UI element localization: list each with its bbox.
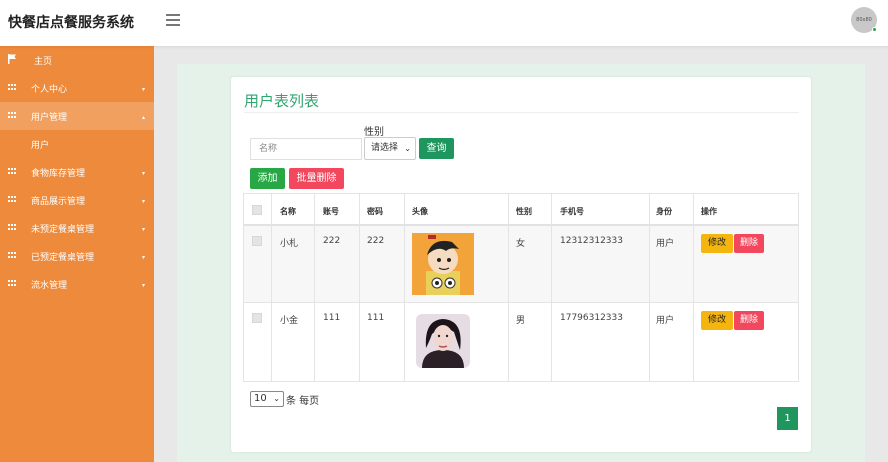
cell-name: 小札 [280, 239, 299, 249]
page-button-current[interactable]: 1 [777, 407, 798, 430]
column-divider [693, 194, 694, 381]
app-title: 快餐店点餐服务系统 [8, 15, 134, 31]
cell-password: 111 [367, 313, 385, 323]
row-checkbox[interactable] [252, 313, 262, 323]
delete-button[interactable]: 删除 [734, 234, 764, 253]
cell-phone: 17796312333 [560, 313, 623, 323]
search-name-input[interactable]: 名称 [250, 138, 362, 160]
grid-icon [8, 196, 16, 203]
cell-role: 用户 [656, 316, 675, 326]
table-row: 小金 111 111 男 17796312333 用户 修改 删除 [244, 303, 798, 381]
column-divider [271, 194, 272, 381]
select-all-checkbox[interactable] [252, 205, 262, 215]
sidebar-item-home[interactable]: 主页 [0, 46, 154, 74]
column-header: 头像 [412, 207, 428, 216]
sidebar-item-transactions[interactable]: 流水管理 ▾ [0, 270, 154, 298]
sidebar-item-user-management[interactable]: 用户管理 ▴ [0, 102, 154, 130]
user-table: 名称 账号 密码 头像 性别 手机号 身份 操作 小札 222 222 女 12… [243, 193, 799, 382]
sidebar-item-label: 主页 [34, 56, 53, 67]
column-divider [314, 194, 315, 381]
hamburger-menu-icon[interactable] [166, 14, 180, 26]
sidebar-item-label: 食物库存管理 [31, 168, 86, 179]
page-size-select[interactable]: 10 ⌄ [250, 391, 284, 407]
column-divider [649, 194, 650, 381]
gender-select-value: 请选择 [371, 143, 399, 153]
avatar[interactable]: 80x80 [851, 7, 877, 33]
cell-gender: 女 [516, 239, 526, 249]
sidebar-item-reserved-tables[interactable]: 已预定餐桌管理 ▾ [0, 242, 154, 270]
cell-role: 用户 [656, 239, 675, 249]
chevron-up-icon: ▴ [141, 114, 145, 121]
row-checkbox[interactable] [252, 236, 262, 246]
online-status-icon [872, 27, 877, 32]
column-header: 身份 [656, 207, 672, 216]
column-divider [508, 194, 509, 381]
chevron-down-icon: ▾ [141, 198, 145, 205]
sidebar-item-label: 已预定餐桌管理 [31, 252, 95, 263]
sidebar-item-label: 商品展示管理 [31, 196, 86, 207]
sidebar-item-label: 用户管理 [31, 112, 68, 123]
sidebar-item-label: 用户 [31, 140, 50, 151]
table-header-row: 名称 账号 密码 头像 性别 手机号 身份 操作 [244, 194, 798, 226]
column-divider [359, 194, 360, 381]
column-header: 手机号 [560, 207, 584, 216]
sidebar: 主页 个人中心 ▾ 用户管理 ▴ 用户 食物库存管理 ▾ 商品展示管理 ▾ 未预… [0, 46, 154, 462]
add-button[interactable]: 添加 [250, 168, 285, 189]
flag-icon [8, 54, 16, 64]
top-header: 快餐店点餐服务系统 80x80 [0, 0, 888, 46]
page-size-label: 条 每页 [286, 396, 320, 407]
sidebar-item-personal-center[interactable]: 个人中心 ▾ [0, 74, 154, 102]
cell-account: 111 [323, 313, 341, 323]
chevron-down-icon: ▾ [141, 254, 145, 261]
column-header: 性别 [516, 207, 532, 216]
grid-icon [8, 224, 16, 231]
sidebar-subitem-user[interactable]: 用户 [0, 130, 154, 158]
gender-label: 性别 [364, 127, 384, 138]
page-title: 用户表列表 [244, 92, 320, 110]
column-divider [404, 194, 405, 381]
edit-button[interactable]: 修改 [701, 234, 733, 253]
grid-icon [8, 252, 16, 259]
chevron-down-icon: ▾ [141, 282, 145, 289]
chevron-down-icon: ▾ [141, 226, 145, 233]
grid-icon [8, 84, 16, 91]
user-list-panel: 用户表列表 名称 性别 请选择 ⌄ 查询 添加 批量删除 名称 账号 密码 头像… [231, 77, 811, 452]
column-header: 账号 [323, 207, 339, 216]
grid-icon [8, 168, 16, 175]
grid-icon [8, 280, 16, 287]
chevron-down-icon: ⌄ [273, 394, 280, 403]
avatar-photo-portrait [412, 310, 474, 372]
page-size-value: 10 [254, 393, 267, 404]
sidebar-item-unreserved-tables[interactable]: 未预定餐桌管理 ▾ [0, 214, 154, 242]
table-row: 小札 222 222 女 12312312333 用户 修改 删除 [244, 226, 798, 303]
chevron-down-icon: ▾ [141, 86, 145, 93]
query-button[interactable]: 查询 [419, 138, 454, 159]
cell-account: 222 [323, 236, 341, 246]
grid-icon [8, 112, 16, 119]
sidebar-item-label: 个人中心 [31, 84, 68, 95]
sidebar-item-food-stock[interactable]: 食物库存管理 ▾ [0, 158, 154, 186]
gender-select[interactable]: 请选择 ⌄ [364, 137, 416, 160]
cell-name: 小金 [280, 316, 299, 326]
chevron-down-icon: ⌄ [404, 144, 411, 153]
avatar-text: 80x80 [856, 17, 872, 23]
bulk-delete-button[interactable]: 批量删除 [289, 168, 344, 189]
cell-password: 222 [367, 236, 385, 246]
delete-button[interactable]: 删除 [734, 311, 764, 330]
column-header: 操作 [701, 207, 717, 216]
cell-phone: 12312312333 [560, 236, 623, 246]
sidebar-item-label: 流水管理 [31, 280, 68, 291]
title-divider [244, 112, 799, 113]
edit-button[interactable]: 修改 [701, 311, 733, 330]
avatar-photo-cartoon [412, 233, 474, 295]
cell-gender: 男 [516, 316, 526, 326]
column-divider [551, 194, 552, 381]
column-header: 密码 [367, 207, 383, 216]
sidebar-item-product-display[interactable]: 商品展示管理 ▾ [0, 186, 154, 214]
chevron-down-icon: ▾ [141, 170, 145, 177]
column-header: 名称 [280, 207, 296, 216]
sidebar-item-label: 未预定餐桌管理 [31, 224, 95, 235]
